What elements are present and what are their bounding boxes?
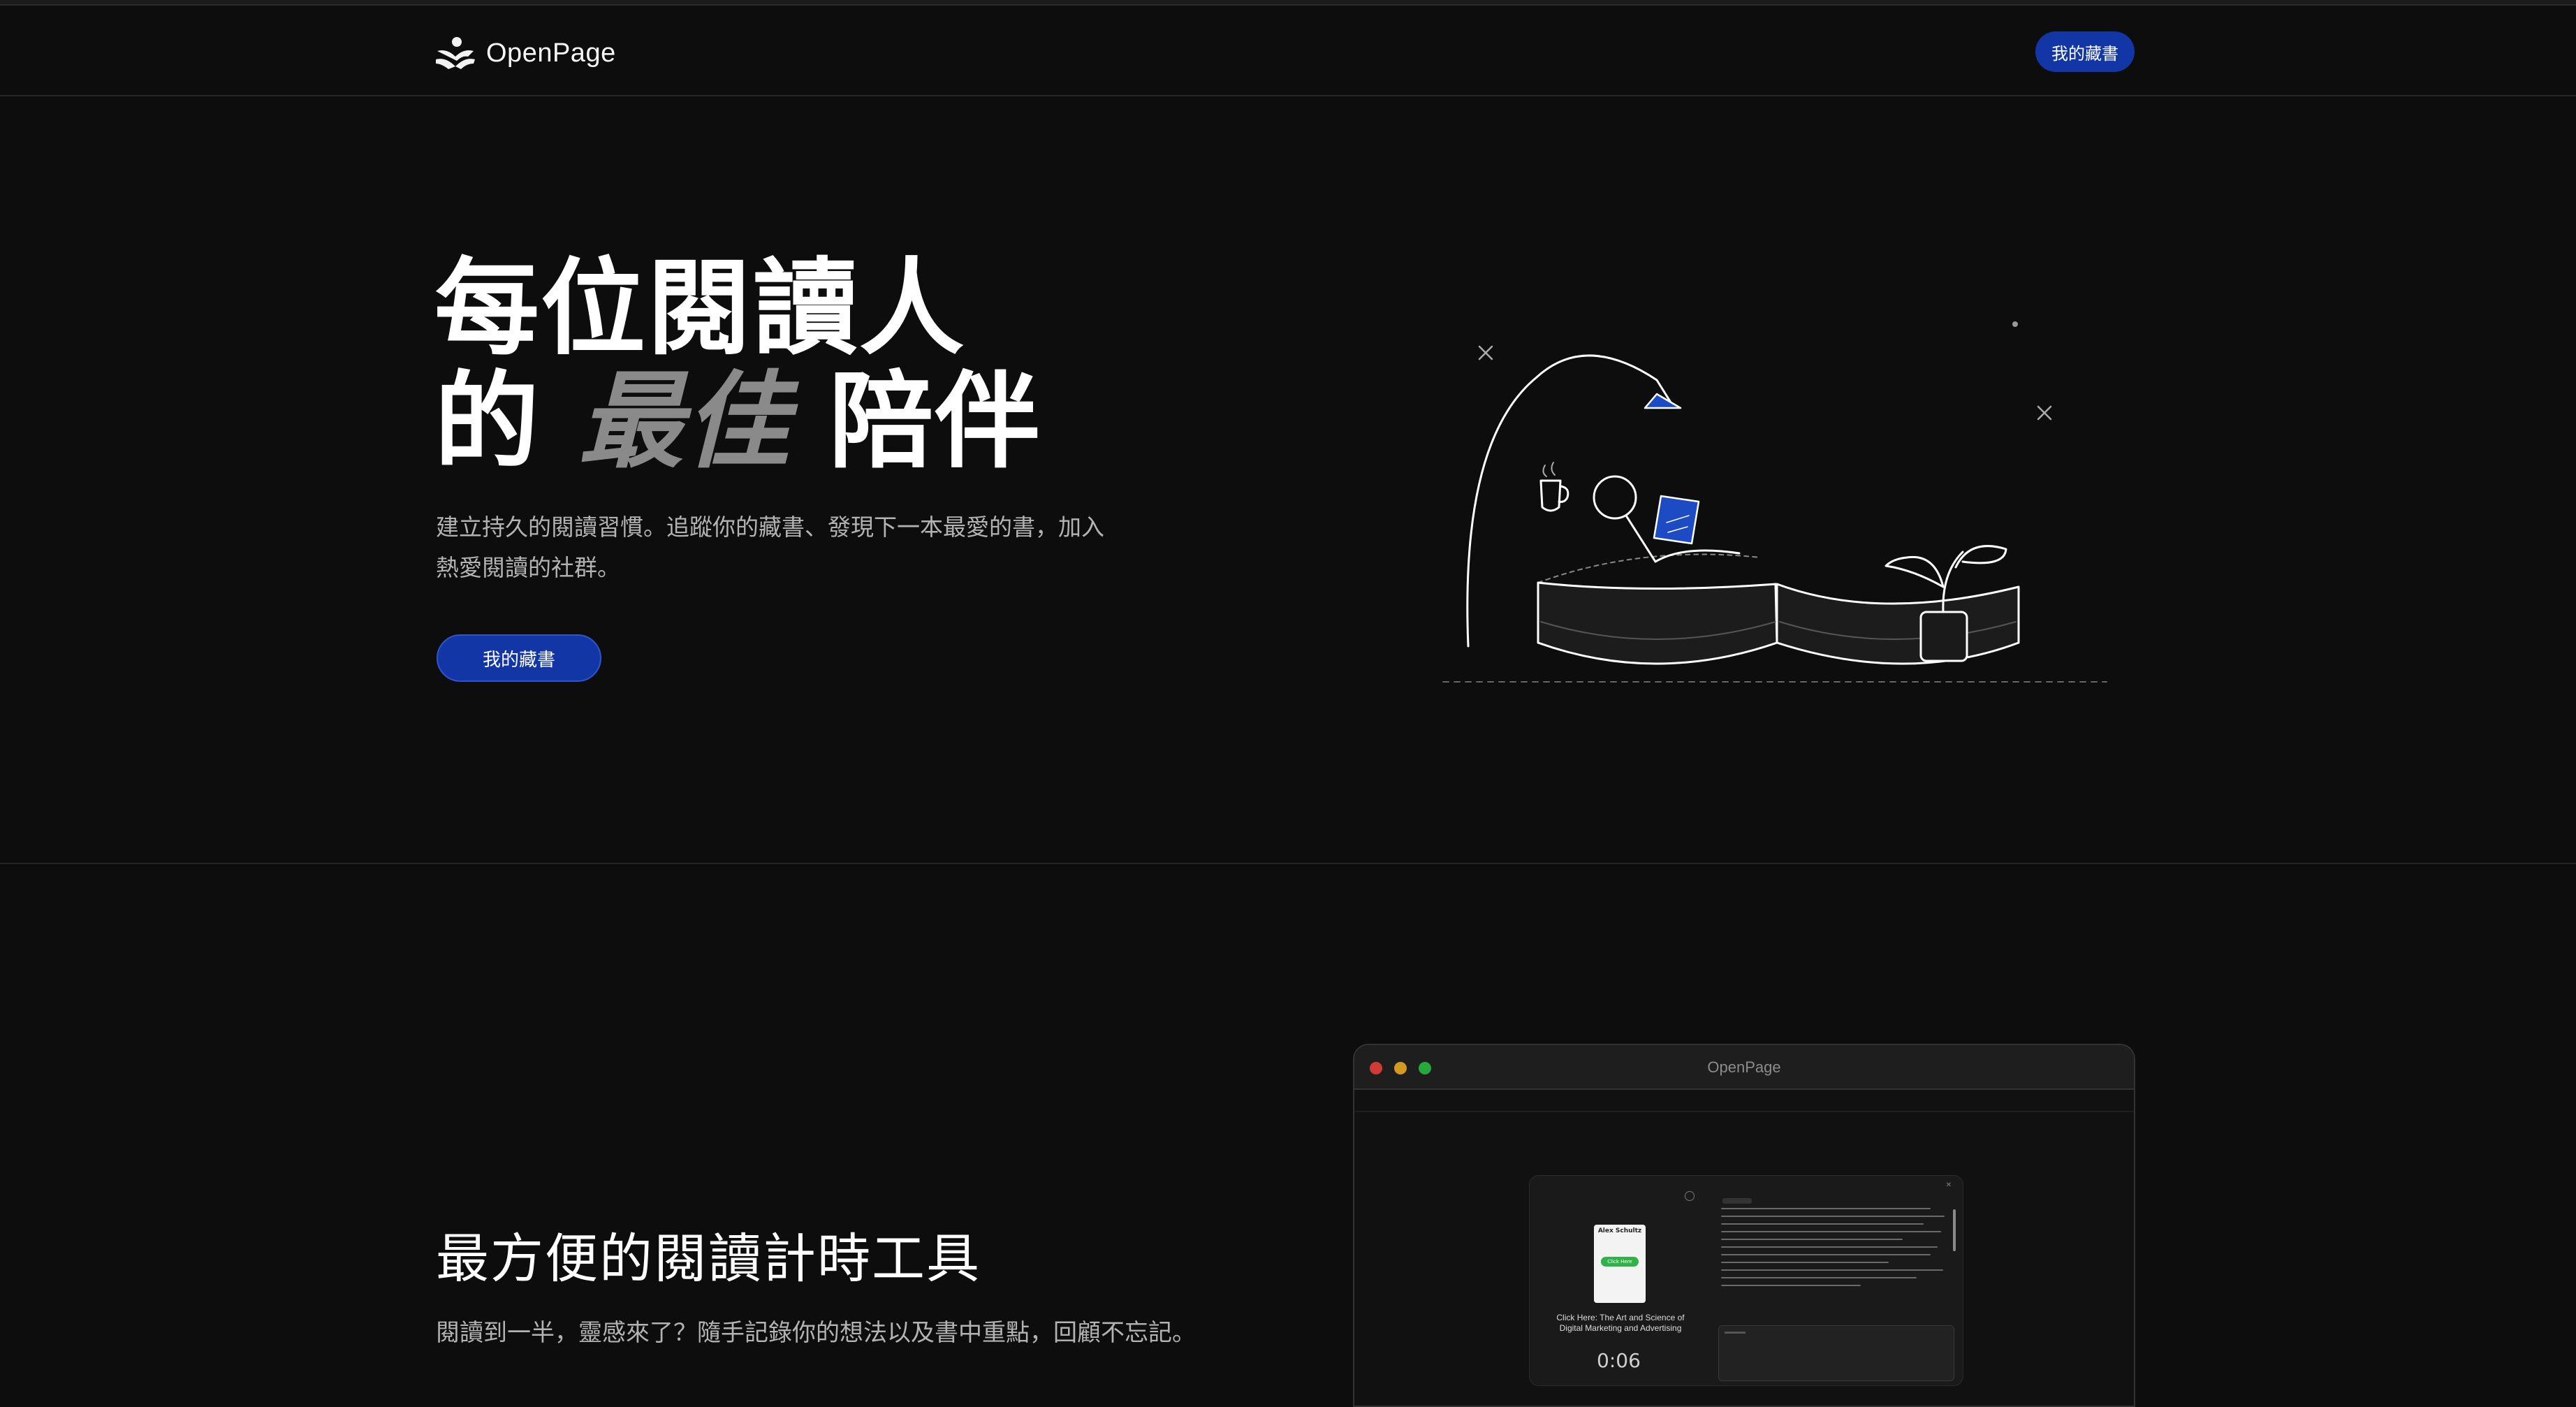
notes-scrollbar[interactable] bbox=[1953, 1209, 1956, 1251]
window-title: OpenPage bbox=[1707, 1058, 1781, 1076]
book-cover: Alex Schultz Click Here bbox=[1594, 1225, 1646, 1303]
hero-description-line1: 建立持久的閱讀習慣。追蹤你的藏書、發現下一本最愛的書，加入 bbox=[436, 513, 1104, 541]
feature-title: 最方便的閱讀計時工具 bbox=[436, 1227, 981, 1290]
reader-illustration bbox=[1442, 321, 2107, 683]
note-content bbox=[1721, 1208, 1945, 1320]
hero-description-line2: 熱愛閱讀的社群。 bbox=[436, 554, 620, 581]
book-timer-card: Alex Schultz Click Here Click Here: The … bbox=[1530, 1176, 1708, 1385]
brand-name: OpenPage bbox=[486, 38, 616, 68]
feature-description: 閱讀到一半，靈感來了？隨手記錄你的想法以及書中重點，回顧不忘記。 bbox=[436, 1319, 1196, 1347]
book-title-line1: Click Here: The Art and Science of bbox=[1556, 1313, 1685, 1322]
note-tag bbox=[1722, 1198, 1752, 1204]
hero-description: 建立持久的閱讀習慣。追蹤你的藏書、發現下一本最愛的書，加入 熱愛閱讀的社群。 bbox=[436, 507, 1162, 588]
brand[interactable]: OpenPage bbox=[434, 34, 616, 73]
navbar: OpenPage 我的藏書 bbox=[0, 6, 2576, 96]
top-border bbox=[0, 0, 2576, 6]
book-title-line2: Digital Marketing and Advertising bbox=[1559, 1323, 1682, 1333]
reading-session-panel: Alex Schultz Click Here Click Here: The … bbox=[1529, 1175, 1963, 1386]
hero-title-prefix: 的 bbox=[434, 360, 541, 483]
notes-header: ✕ bbox=[1713, 1181, 1957, 1195]
note-input-placeholder bbox=[1725, 1332, 1746, 1334]
book-title: Click Here: The Art and Science of Digit… bbox=[1537, 1313, 1704, 1334]
cover-button-art: Click Here bbox=[1601, 1257, 1639, 1267]
reading-timer: 0:06 bbox=[1597, 1349, 1641, 1372]
cover-author: Alex Schultz bbox=[1597, 1227, 1642, 1234]
hero-title: 每位閱讀人 的 最佳 陪伴 bbox=[434, 251, 1041, 478]
hero-title-suffix: 陪伴 bbox=[828, 360, 1041, 483]
my-library-cta-button[interactable]: 我的藏書 bbox=[437, 634, 601, 682]
my-library-nav-button[interactable]: 我的藏書 bbox=[2035, 31, 2135, 72]
window-titlebar: OpenPage bbox=[1354, 1045, 2134, 1090]
app-preview-window: OpenPage Alex Schultz Click Here Click H… bbox=[1353, 1044, 2135, 1407]
section-divider bbox=[0, 863, 2576, 864]
notes-panel: ✕ bbox=[1713, 1181, 1957, 1381]
hero-title-emphasis: 最佳 bbox=[578, 360, 791, 483]
note-input[interactable] bbox=[1718, 1325, 1954, 1381]
hero-title-line1: 每位閱讀人 bbox=[434, 247, 966, 370]
settings-icon[interactable] bbox=[1685, 1191, 1695, 1201]
close-icon[interactable]: ✕ bbox=[1946, 1181, 1952, 1189]
window-toolbar bbox=[1354, 1090, 2134, 1112]
reader-logo-icon bbox=[436, 37, 475, 69]
